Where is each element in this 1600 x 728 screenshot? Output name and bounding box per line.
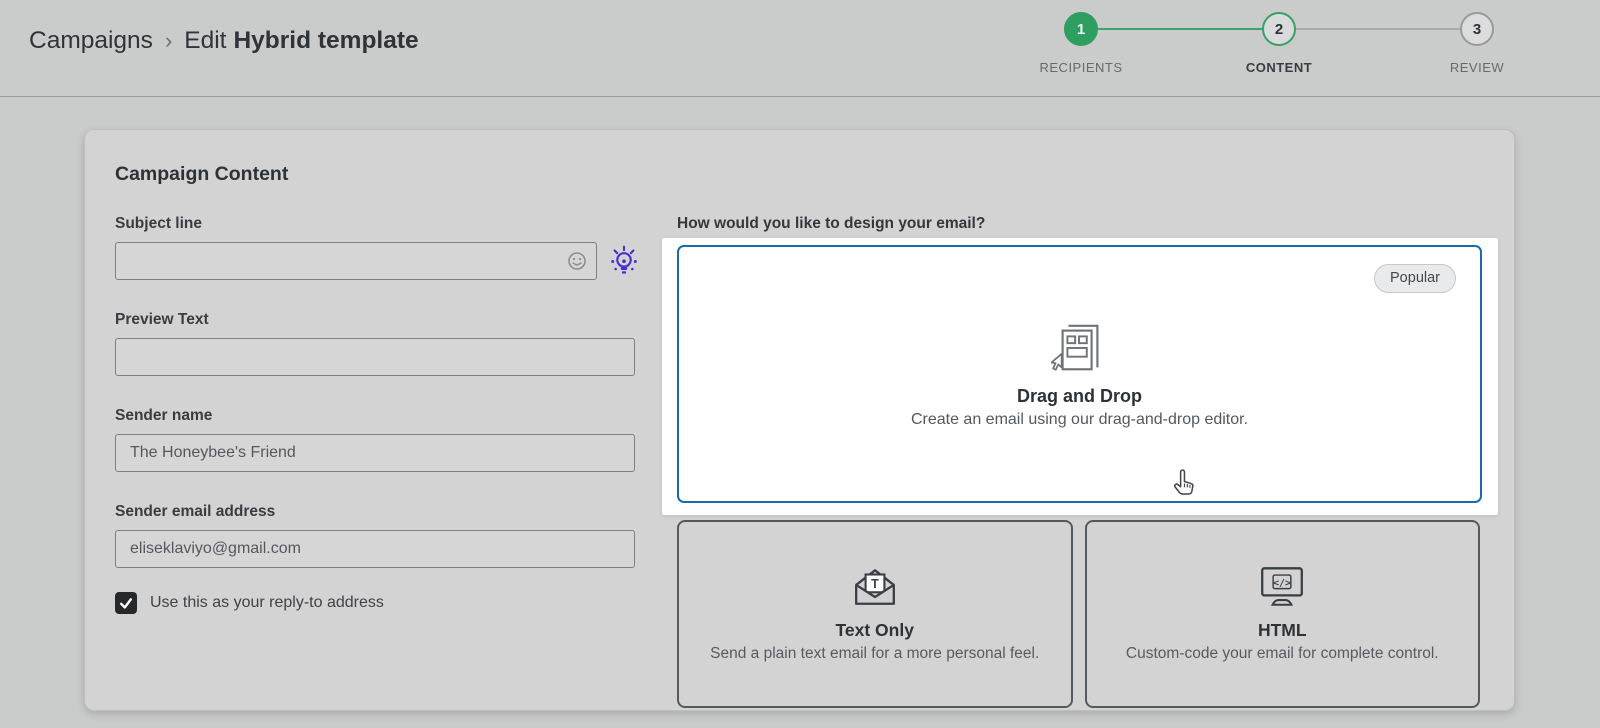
stepper-connector-upcoming bbox=[1296, 28, 1460, 30]
option-description: Custom-code your email for complete cont… bbox=[1126, 644, 1439, 663]
option-text-only[interactable]: T Text Only Send a plain text email for … bbox=[677, 520, 1073, 708]
text-only-glyph: T bbox=[871, 577, 879, 591]
breadcrumb: Campaigns › Edit Hybrid template bbox=[29, 27, 419, 55]
subject-row bbox=[115, 242, 635, 280]
option-drag-and-drop[interactable]: Popular Drag and Drop Create an email us… bbox=[677, 245, 1482, 503]
design-options: How would you like to design your email?… bbox=[677, 215, 1480, 708]
campaign-form: Subject line bbox=[115, 215, 635, 708]
breadcrumb-campaigns-link[interactable]: Campaigns bbox=[29, 27, 153, 55]
breadcrumb-edit-prefix: Edit bbox=[184, 27, 226, 55]
hand-pointer-icon bbox=[1172, 469, 1195, 496]
step-recipients-circle: 1 bbox=[1064, 12, 1098, 46]
card-columns: Subject line bbox=[85, 186, 1514, 708]
campaign-content-card: Campaign Content Subject line bbox=[84, 129, 1515, 711]
page-title: Hybrid template bbox=[233, 27, 418, 55]
subject-input[interactable] bbox=[115, 242, 597, 280]
sender-email-label: Sender email address bbox=[115, 503, 635, 521]
secondary-options-row: T Text Only Send a plain text email for … bbox=[677, 520, 1480, 708]
option-title: Drag and Drop bbox=[1017, 386, 1142, 407]
step-review-label: REVIEW bbox=[1450, 60, 1504, 75]
breadcrumb-chevron-icon: › bbox=[153, 28, 184, 54]
option-description: Create an email using our drag-and-drop … bbox=[911, 411, 1248, 429]
template-cursor-icon bbox=[1051, 319, 1109, 377]
step-content-circle: 2 bbox=[1262, 12, 1296, 46]
step-content-label: CONTENT bbox=[1246, 60, 1312, 75]
design-question: How would you like to design your email? bbox=[677, 215, 1480, 233]
option-description: Send a plain text email for a more perso… bbox=[710, 644, 1039, 663]
option-title: HTML bbox=[1258, 620, 1307, 641]
html-glyph: </> bbox=[1273, 578, 1291, 589]
campaign-stepper: 1 RECIPIENTS 2 CONTENT 3 REVIEW bbox=[1064, 12, 1494, 46]
preview-text-input[interactable] bbox=[115, 338, 635, 376]
step-recipients[interactable]: 1 RECIPIENTS bbox=[1064, 12, 1098, 46]
step-content[interactable]: 2 CONTENT bbox=[1262, 12, 1296, 46]
sender-name-input[interactable] bbox=[115, 434, 635, 472]
lightbulb-suggestion-icon[interactable] bbox=[609, 245, 639, 277]
option-title: Text Only bbox=[836, 620, 914, 641]
sender-email-input[interactable] bbox=[115, 530, 635, 568]
check-icon bbox=[118, 595, 134, 611]
subject-line-label: Subject line bbox=[115, 215, 635, 233]
card-heading: Campaign Content bbox=[115, 163, 1514, 186]
tour-spotlight: Popular Drag and Drop Create an email us… bbox=[662, 238, 1498, 515]
step-review-circle: 3 bbox=[1460, 12, 1494, 46]
reply-to-label: Use this as your reply-to address bbox=[150, 594, 384, 612]
reply-to-row: Use this as your reply-to address bbox=[115, 592, 635, 614]
emoji-picker-icon[interactable] bbox=[567, 251, 587, 271]
subject-input-wrap bbox=[115, 242, 597, 280]
step-recipients-label: RECIPIENTS bbox=[1039, 60, 1122, 75]
reply-to-checkbox[interactable] bbox=[115, 592, 137, 614]
sender-name-label: Sender name bbox=[115, 407, 635, 425]
monitor-code-icon: </> bbox=[1257, 564, 1307, 608]
envelope-letter-icon: T bbox=[852, 564, 898, 608]
popular-badge: Popular bbox=[1374, 264, 1456, 293]
page-header: Campaigns › Edit Hybrid template 1 RECIP… bbox=[0, 0, 1600, 97]
option-html[interactable]: </> HTML Custom-code your email for comp… bbox=[1085, 520, 1481, 708]
stepper-connector-done bbox=[1098, 28, 1262, 30]
preview-text-label: Preview Text bbox=[115, 311, 635, 329]
step-review[interactable]: 3 REVIEW bbox=[1460, 12, 1494, 46]
